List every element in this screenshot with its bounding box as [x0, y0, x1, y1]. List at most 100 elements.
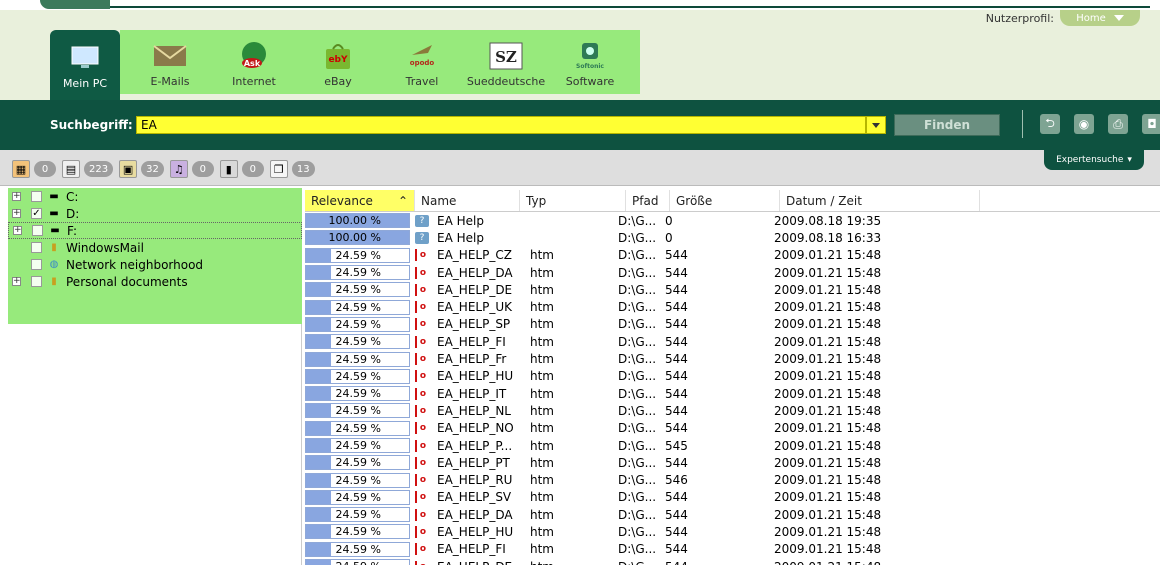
softonic-logo-text: Softonic: [576, 63, 604, 70]
tree-checkbox[interactable]: [31, 242, 42, 253]
col-pfad[interactable]: Pfad: [626, 190, 670, 211]
category-nav: Mein PC E-Mails Ask Internet ebY eBay op…: [50, 30, 640, 100]
table-row[interactable]: 24.59 % o EA_HELP_DA htm D:\G... 544 2009.01.2…: [305, 506, 1160, 523]
table-row[interactable]: 24.59 % o EA_HELP_UK htm D:\G... 544 2009.01.2…: [305, 298, 1160, 315]
htm-file-icon: o: [415, 491, 429, 504]
table-row[interactable]: 24.59 % o EA_HELP_NL htm D:\G... 544 2009.01.2…: [305, 402, 1160, 419]
tree-checkbox[interactable]: [31, 191, 42, 202]
col-grosse[interactable]: Größe: [670, 190, 780, 211]
cell-typ: htm: [530, 386, 554, 401]
nav-label: E-Mails: [150, 75, 190, 88]
table-row[interactable]: 24.59 % o EA_HELP_HU htm D:\G... 544 2009.01.2…: [305, 368, 1160, 385]
nav-ebay[interactable]: ebY eBay: [296, 30, 380, 94]
search-history-dropdown[interactable]: [866, 116, 886, 134]
table-row[interactable]: 24.59 % o EA_HELP_SV htm D:\G... 544 2009.01.2…: [305, 489, 1160, 506]
file-name: EA_HELP_FI: [437, 334, 506, 349]
expert-search-button[interactable]: Expertensuche ▾: [1044, 150, 1144, 170]
profile-dropdown[interactable]: Home: [1060, 10, 1140, 26]
nav-travel[interactable]: opodo Travel: [380, 30, 464, 94]
table-row[interactable]: 24.59 % o EA_HELP_DA htm D:\G... 544 2009.01.2…: [305, 264, 1160, 281]
filter-count: 0: [191, 161, 214, 177]
camera-icon[interactable]: ◘: [1142, 114, 1160, 134]
table-row[interactable]: 24.59 % o EA_HELP_RU htm D:\G... 546 2009.01.2…: [305, 471, 1160, 488]
tree-item-f[interactable]: + ▬ F:: [8, 222, 302, 239]
table-row[interactable]: 24.59 % o EA_HELP_SP htm D:\G... 544 2009.01.2…: [305, 316, 1160, 333]
cell-datum: 2009.01.21 15:48: [774, 317, 882, 332]
relevance-value: 24.59 %: [335, 300, 381, 314]
tree-item-c[interactable]: + ▬ C:: [8, 188, 302, 205]
music-icon[interactable]: ♫: [169, 160, 188, 178]
table-row[interactable]: 100.00 %? EA Help D:\G... 0 2009.08.18 16:33: [305, 229, 1160, 246]
image-icon[interactable]: ▣: [119, 160, 138, 178]
cell-grosse: 0: [665, 213, 673, 228]
expand-icon[interactable]: +: [12, 209, 21, 218]
expand-icon[interactable]: +: [13, 226, 22, 235]
relevance-bar: 100.00 %: [305, 213, 410, 229]
relevance-bar: 24.59 %: [305, 247, 410, 263]
back-arrow-icon[interactable]: ⮌: [1040, 114, 1060, 134]
opodo-plane-icon: opodo: [404, 41, 440, 71]
tree-label: F:: [67, 223, 78, 238]
help-file-icon: ?: [415, 231, 429, 244]
table-row[interactable]: 24.59 % o EA_HELP_FI htm D:\G... 544 2009.01.2…: [305, 333, 1160, 350]
find-button[interactable]: Finden: [894, 114, 1000, 136]
app-window: Nutzerprofil: Home Mein PC E-Mails Ask I…: [0, 0, 1160, 565]
cell-grosse: 544: [665, 403, 688, 418]
cell-pfad: D:\G...: [618, 369, 657, 384]
expand-icon[interactable]: +: [12, 277, 21, 286]
table-row[interactable]: 24.59 % o EA_HELP_FI htm D:\G... 544 2009.01.2…: [305, 541, 1160, 558]
table-row[interactable]: 24.59 % o EA_HELP_PT htm D:\G... 544 2009.01.2…: [305, 454, 1160, 471]
search-input[interactable]: EA: [136, 116, 866, 134]
table-row[interactable]: 100.00 %? EA Help D:\G... 0 2009.08.18 19:35: [305, 212, 1160, 229]
tree-checkbox[interactable]: [31, 276, 42, 287]
table-row[interactable]: 24.59 %oEA_HELP_DEhtmD:\G...5442009.01.2…: [305, 281, 1160, 298]
document-icon[interactable]: ▤: [62, 160, 80, 178]
cell-datum: 2009.01.21 15:48: [774, 282, 882, 297]
tree-checkbox[interactable]: [31, 259, 42, 270]
cell-name: o EA_HELP_Fr: [415, 352, 530, 366]
cell-typ: htm: [530, 317, 554, 332]
table-row[interactable]: 24.59 % o EA_HELP_CZ htm D:\G... 544 2009.01.2…: [305, 247, 1160, 264]
filter-count: 32: [141, 161, 164, 177]
nav-mein-pc[interactable]: Mein PC: [50, 30, 120, 100]
cell-datum: 2009.01.21 15:48: [774, 386, 882, 401]
nav-software[interactable]: Softonic Software: [548, 30, 632, 94]
nav-label: Mein PC: [62, 77, 108, 90]
tree-item-network[interactable]: ◍ Network neighborhood: [8, 256, 302, 273]
expand-icon[interactable]: +: [12, 192, 21, 201]
cell-datum: 2009.01.21 15:48: [774, 369, 882, 384]
tree-item-windowsmail[interactable]: ▮ WindowsMail: [8, 239, 302, 256]
table-row[interactable]: 24.59 % o EA_HELP_P... htm D:\G... 545 2009.01…: [305, 437, 1160, 454]
col-relevance[interactable]: Relevance ⌃: [305, 190, 415, 211]
tree-checkbox[interactable]: ✓: [31, 208, 42, 219]
table-row[interactable]: 24.59 % o EA_HELP_Fr htm D:\G... 544 2009.01.2…: [305, 350, 1160, 367]
cell-pfad: D:\G...: [618, 421, 657, 436]
table-row[interactable]: 24.59 % o EA_HELP_NO htm D:\G... 544 2009.01.2…: [305, 420, 1160, 437]
relevance-fill: [306, 335, 332, 349]
cell-grosse: 544: [665, 507, 688, 522]
col-name[interactable]: Name: [415, 190, 520, 211]
cell-typ: htm: [530, 352, 554, 367]
tree-checkbox[interactable]: [32, 225, 43, 236]
video-icon[interactable]: ▮: [219, 160, 238, 178]
other-files-icon[interactable]: ❐: [269, 160, 288, 178]
all-types-icon[interactable]: ▦: [12, 160, 30, 178]
table-row[interactable]: 24.59 %oEA_HELP_DEhtmD:\G...5442009.01.2…: [305, 558, 1160, 565]
table-row[interactable]: 24.59 % o EA_HELP_HU htm D:\G... 544 2009.01.2…: [305, 523, 1160, 540]
cell-grosse: 544: [665, 265, 688, 280]
col-datum[interactable]: Datum / Zeit: [780, 190, 980, 211]
tree-item-d[interactable]: + ✓ ▬ D:: [8, 205, 302, 222]
cell-typ: htm: [530, 334, 554, 349]
nav-sueddeutsche[interactable]: SZ Sueddeutsche: [464, 30, 548, 94]
nav-emails[interactable]: E-Mails: [128, 30, 212, 94]
ebay-bag-icon: ebY: [320, 41, 356, 71]
table-row[interactable]: 24.59 % o EA_HELP_IT htm D:\G... 544 2009.01.2…: [305, 385, 1160, 402]
nav-internet[interactable]: Ask Internet: [212, 30, 296, 94]
col-typ[interactable]: Typ: [520, 190, 626, 211]
eye-icon[interactable]: ◉: [1074, 114, 1094, 134]
profile-label: Nutzerprofil:: [985, 11, 1054, 25]
tree-item-personal[interactable]: + ▮ Personal documents: [8, 273, 302, 290]
print-icon[interactable]: ⎙: [1108, 114, 1128, 134]
drive-icon: ▬: [49, 191, 59, 202]
cell-typ: htm: [530, 421, 554, 436]
